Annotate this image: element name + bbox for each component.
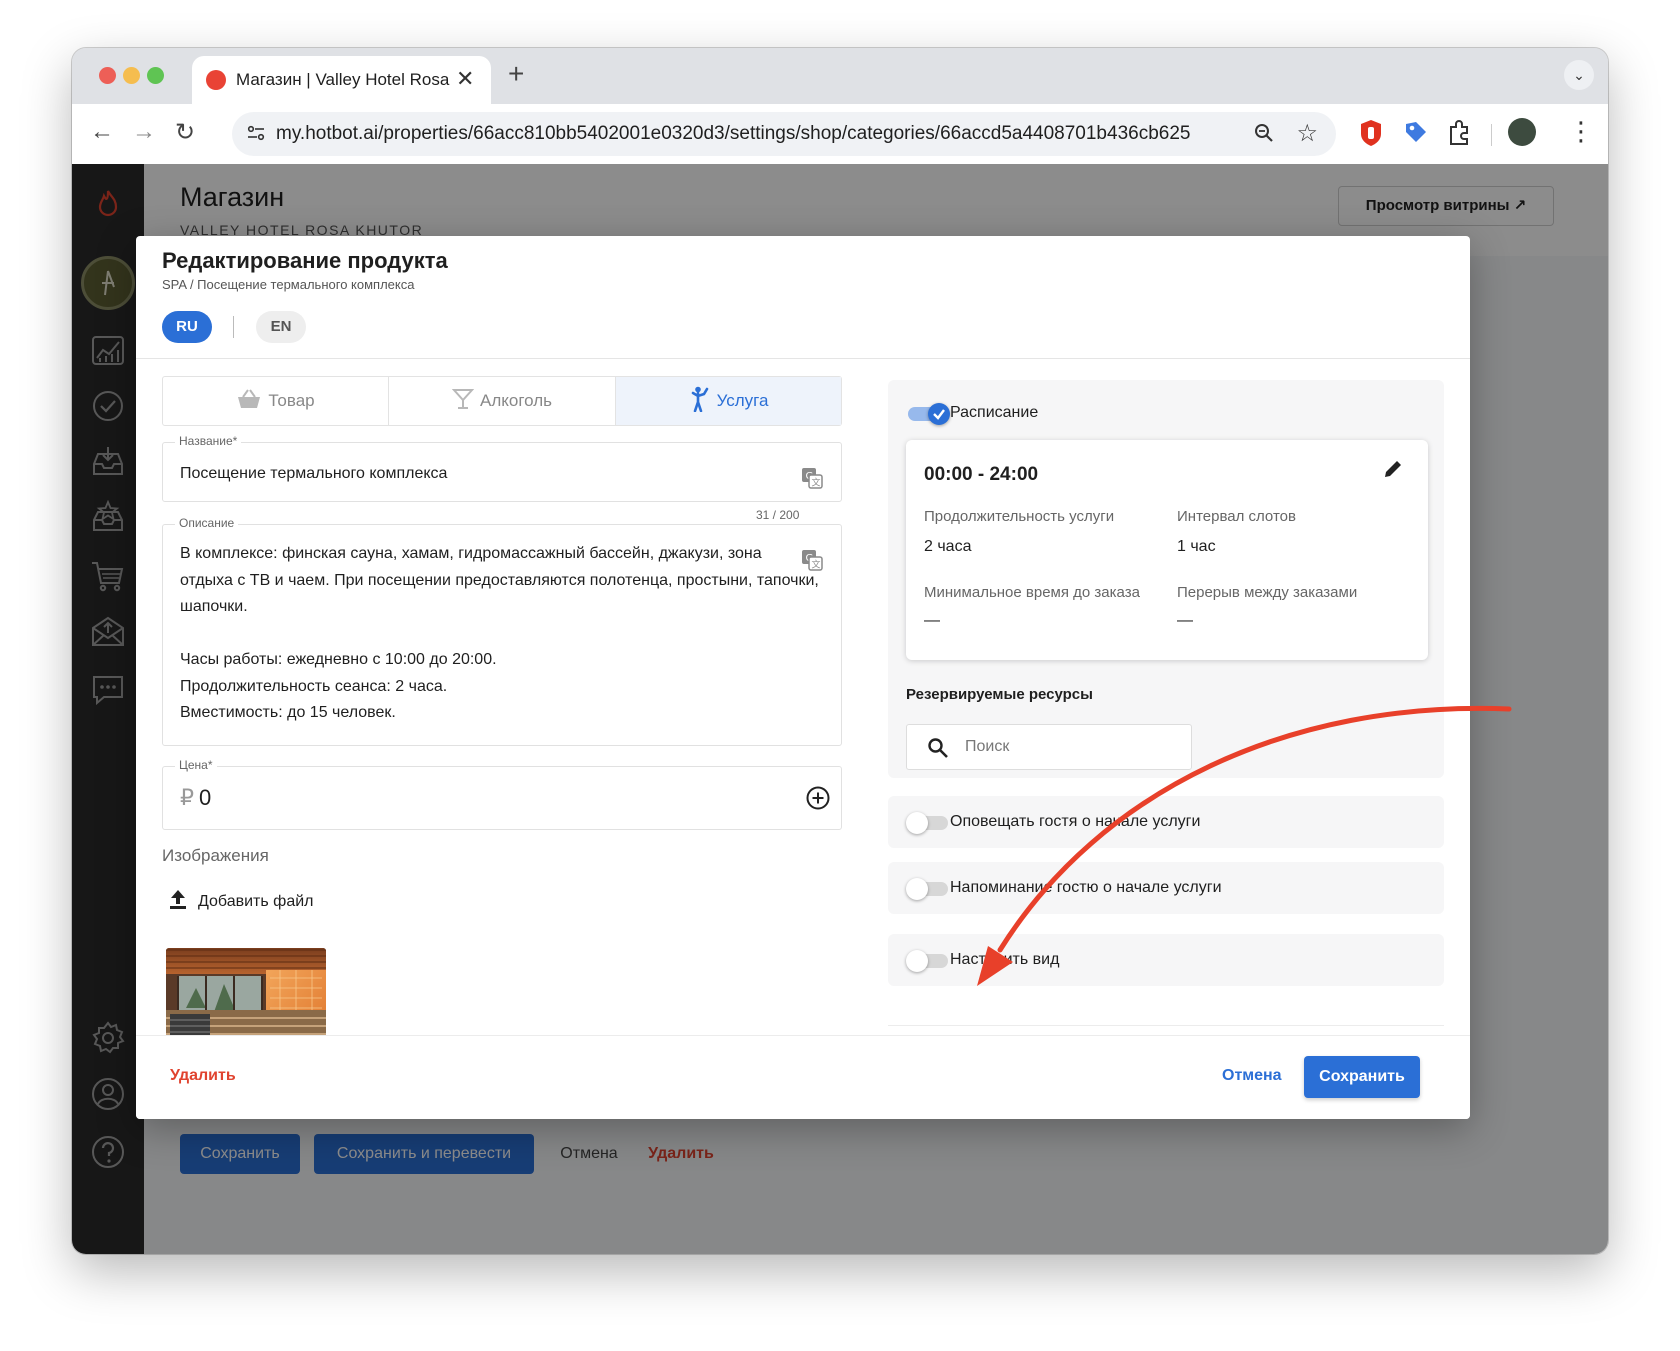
back-arrow-icon[interactable]: ← xyxy=(90,118,114,146)
break-value: — xyxy=(1177,612,1193,629)
description-blank-line xyxy=(180,621,819,648)
extensions-puzzle-icon[interactable] xyxy=(1446,118,1472,148)
product-image-thumbnail[interactable] xyxy=(166,948,326,1038)
description-label: Описание xyxy=(175,516,239,530)
save-button[interactable]: Сохранить xyxy=(1304,1056,1420,1098)
edit-product-modal: Редактирование продукта SPA / Посещение … xyxy=(136,236,1470,1119)
notify-start-option: Оповещать гостя о начале услуги xyxy=(888,796,1444,848)
translate-icon[interactable]: G文 xyxy=(801,467,823,489)
description-line: шапочки. xyxy=(180,598,248,615)
price-value[interactable]: 0 xyxy=(199,785,211,811)
person-service-icon xyxy=(691,386,708,413)
browser-menu-icon[interactable]: ⋮ xyxy=(1568,116,1594,147)
lang-ru-button[interactable]: RU xyxy=(162,311,212,343)
price-label: Цена* xyxy=(175,758,217,772)
tab-title: Магазин | Valley Hotel Rosa K xyxy=(236,70,452,89)
break-label: Перерыв между заказами xyxy=(1177,584,1358,601)
svg-text:文: 文 xyxy=(812,559,821,571)
reminder-option: Напоминание гостю о начале услуги xyxy=(888,862,1444,914)
add-file-button[interactable]: Добавить файл xyxy=(168,888,314,911)
modal-title: Редактирование продукта xyxy=(162,248,448,273)
tab-alcohol[interactable]: Алкоголь xyxy=(389,377,616,425)
reminder-label: Напоминание гостю о начале услуги xyxy=(950,879,1222,896)
description-counter: 31 / 200 xyxy=(756,508,800,522)
resources-label: Резервируемые ресурсы xyxy=(906,686,1093,703)
maximize-window-button[interactable] xyxy=(147,67,164,84)
close-tab-icon[interactable]: ✕ xyxy=(456,66,474,92)
upload-icon xyxy=(170,890,186,909)
description-text[interactable]: В комплексе: финская сауна, хамам, гидро… xyxy=(180,541,819,727)
schedule-label: Расписание xyxy=(950,404,1039,421)
browser-tab[interactable]: Магазин | Valley Hotel Rosa K ✕ xyxy=(192,56,491,104)
cocktail-icon xyxy=(451,389,475,409)
name-field[interactable]: Название* Посещение термального комплекс… xyxy=(162,434,842,502)
hotbot-favicon-icon xyxy=(206,70,226,90)
adblock-extension-icon[interactable] xyxy=(1358,118,1384,148)
lang-en-button[interactable]: EN xyxy=(256,311,306,343)
min-time-label: Минимальное время до заказа xyxy=(924,584,1140,601)
options-divider xyxy=(888,1025,1444,1026)
add-circle-icon[interactable] xyxy=(805,785,831,811)
header-divider xyxy=(136,358,1470,359)
lang-divider xyxy=(233,316,234,338)
interval-label: Интервал слотов xyxy=(1177,508,1296,525)
profile-avatar[interactable] xyxy=(1508,118,1536,146)
min-time-value: — xyxy=(924,612,940,629)
price-field[interactable]: Цена* ₽ 0 xyxy=(162,758,842,830)
name-value[interactable]: Посещение термального комплекса xyxy=(180,465,447,483)
description-line: В комплексе: финская сауна, хамам, гидро… xyxy=(180,545,762,562)
schedule-time-range: 00:00 - 24:00 xyxy=(924,464,1039,485)
breadcrumb: SPA / Посещение термального комплекса xyxy=(162,277,415,292)
description-line: отдыха с ТВ и чаем. При посещении предос… xyxy=(180,571,819,589)
search-icon xyxy=(928,738,948,758)
edit-pencil-icon[interactable] xyxy=(1382,458,1404,480)
translate-icon[interactable]: G文 xyxy=(801,549,823,571)
zoom-icon[interactable] xyxy=(1252,121,1276,145)
reload-icon[interactable]: ↻ xyxy=(175,118,195,147)
modal-footer: Удалить Отмена Сохранить xyxy=(136,1035,1470,1119)
currency-symbol: ₽ xyxy=(180,785,194,810)
description-field[interactable]: Описание В комплексе: финская сауна, хам… xyxy=(162,516,842,746)
bookmark-star-icon[interactable]: ☆ xyxy=(1296,119,1318,148)
reminder-toggle[interactable] xyxy=(906,878,948,900)
schedule-toggle[interactable] xyxy=(908,403,950,425)
customize-view-toggle[interactable] xyxy=(906,950,948,972)
tag-extension-icon[interactable] xyxy=(1402,118,1428,148)
duration-label: Продолжительность услуги xyxy=(924,508,1115,525)
description-line: Вместимость: до 15 человек. xyxy=(180,704,396,721)
cancel-button[interactable]: Отмена xyxy=(1222,1067,1282,1085)
minimize-window-button[interactable] xyxy=(123,67,140,84)
new-tab-button[interactable]: + xyxy=(508,58,524,90)
forward-arrow-icon[interactable]: → xyxy=(132,118,156,146)
toolbar-divider xyxy=(1491,124,1492,146)
interval-value: 1 час xyxy=(1177,538,1216,555)
product-type-tabs: Товар Алкоголь Услуга xyxy=(162,376,842,426)
notify-start-toggle[interactable] xyxy=(906,812,948,834)
schedule-card: 00:00 - 24:00 Продолжительность услуги 2… xyxy=(906,440,1428,660)
description-line: Часы работы: ежедневно с 10:00 до 20:00. xyxy=(180,651,497,668)
customize-view-label: Настроить вид xyxy=(950,951,1060,968)
schedule-panel: Расписание 00:00 - 24:00 Продолжительнос… xyxy=(888,380,1444,778)
duration-value: 2 часа xyxy=(924,538,972,555)
tab-strip: Магазин | Valley Hotel Rosa K ✕ + ⌄ xyxy=(72,48,1608,104)
name-label: Название* xyxy=(175,434,242,448)
delete-button[interactable]: Удалить xyxy=(170,1067,236,1085)
browser-toolbar: ← → ↻ my.hotbot.ai/properties/66acc810bb… xyxy=(72,104,1608,164)
images-section-label: Изображения xyxy=(162,846,269,865)
url-text[interactable]: my.hotbot.ai/properties/66acc810bb540200… xyxy=(276,123,1190,145)
description-line: Продолжительность сеанса: 2 часа. xyxy=(180,677,448,695)
tab-product[interactable]: Товар xyxy=(163,377,389,425)
tab-service[interactable]: Услуга xyxy=(616,377,841,425)
resources-search-input[interactable]: Поиск xyxy=(906,724,1192,770)
close-window-button[interactable] xyxy=(99,67,116,84)
tab-search-chevron-icon[interactable]: ⌄ xyxy=(1564,60,1594,90)
search-placeholder: Поиск xyxy=(965,738,1010,755)
svg-text:文: 文 xyxy=(812,477,821,489)
basket-icon xyxy=(238,389,261,408)
address-bar[interactable]: my.hotbot.ai/properties/66acc810bb540200… xyxy=(232,112,1336,156)
site-settings-icon[interactable] xyxy=(246,123,266,143)
notify-start-label: Оповещать гостя о начале услуги xyxy=(950,813,1201,830)
customize-view-option: Настроить вид xyxy=(888,934,1444,986)
